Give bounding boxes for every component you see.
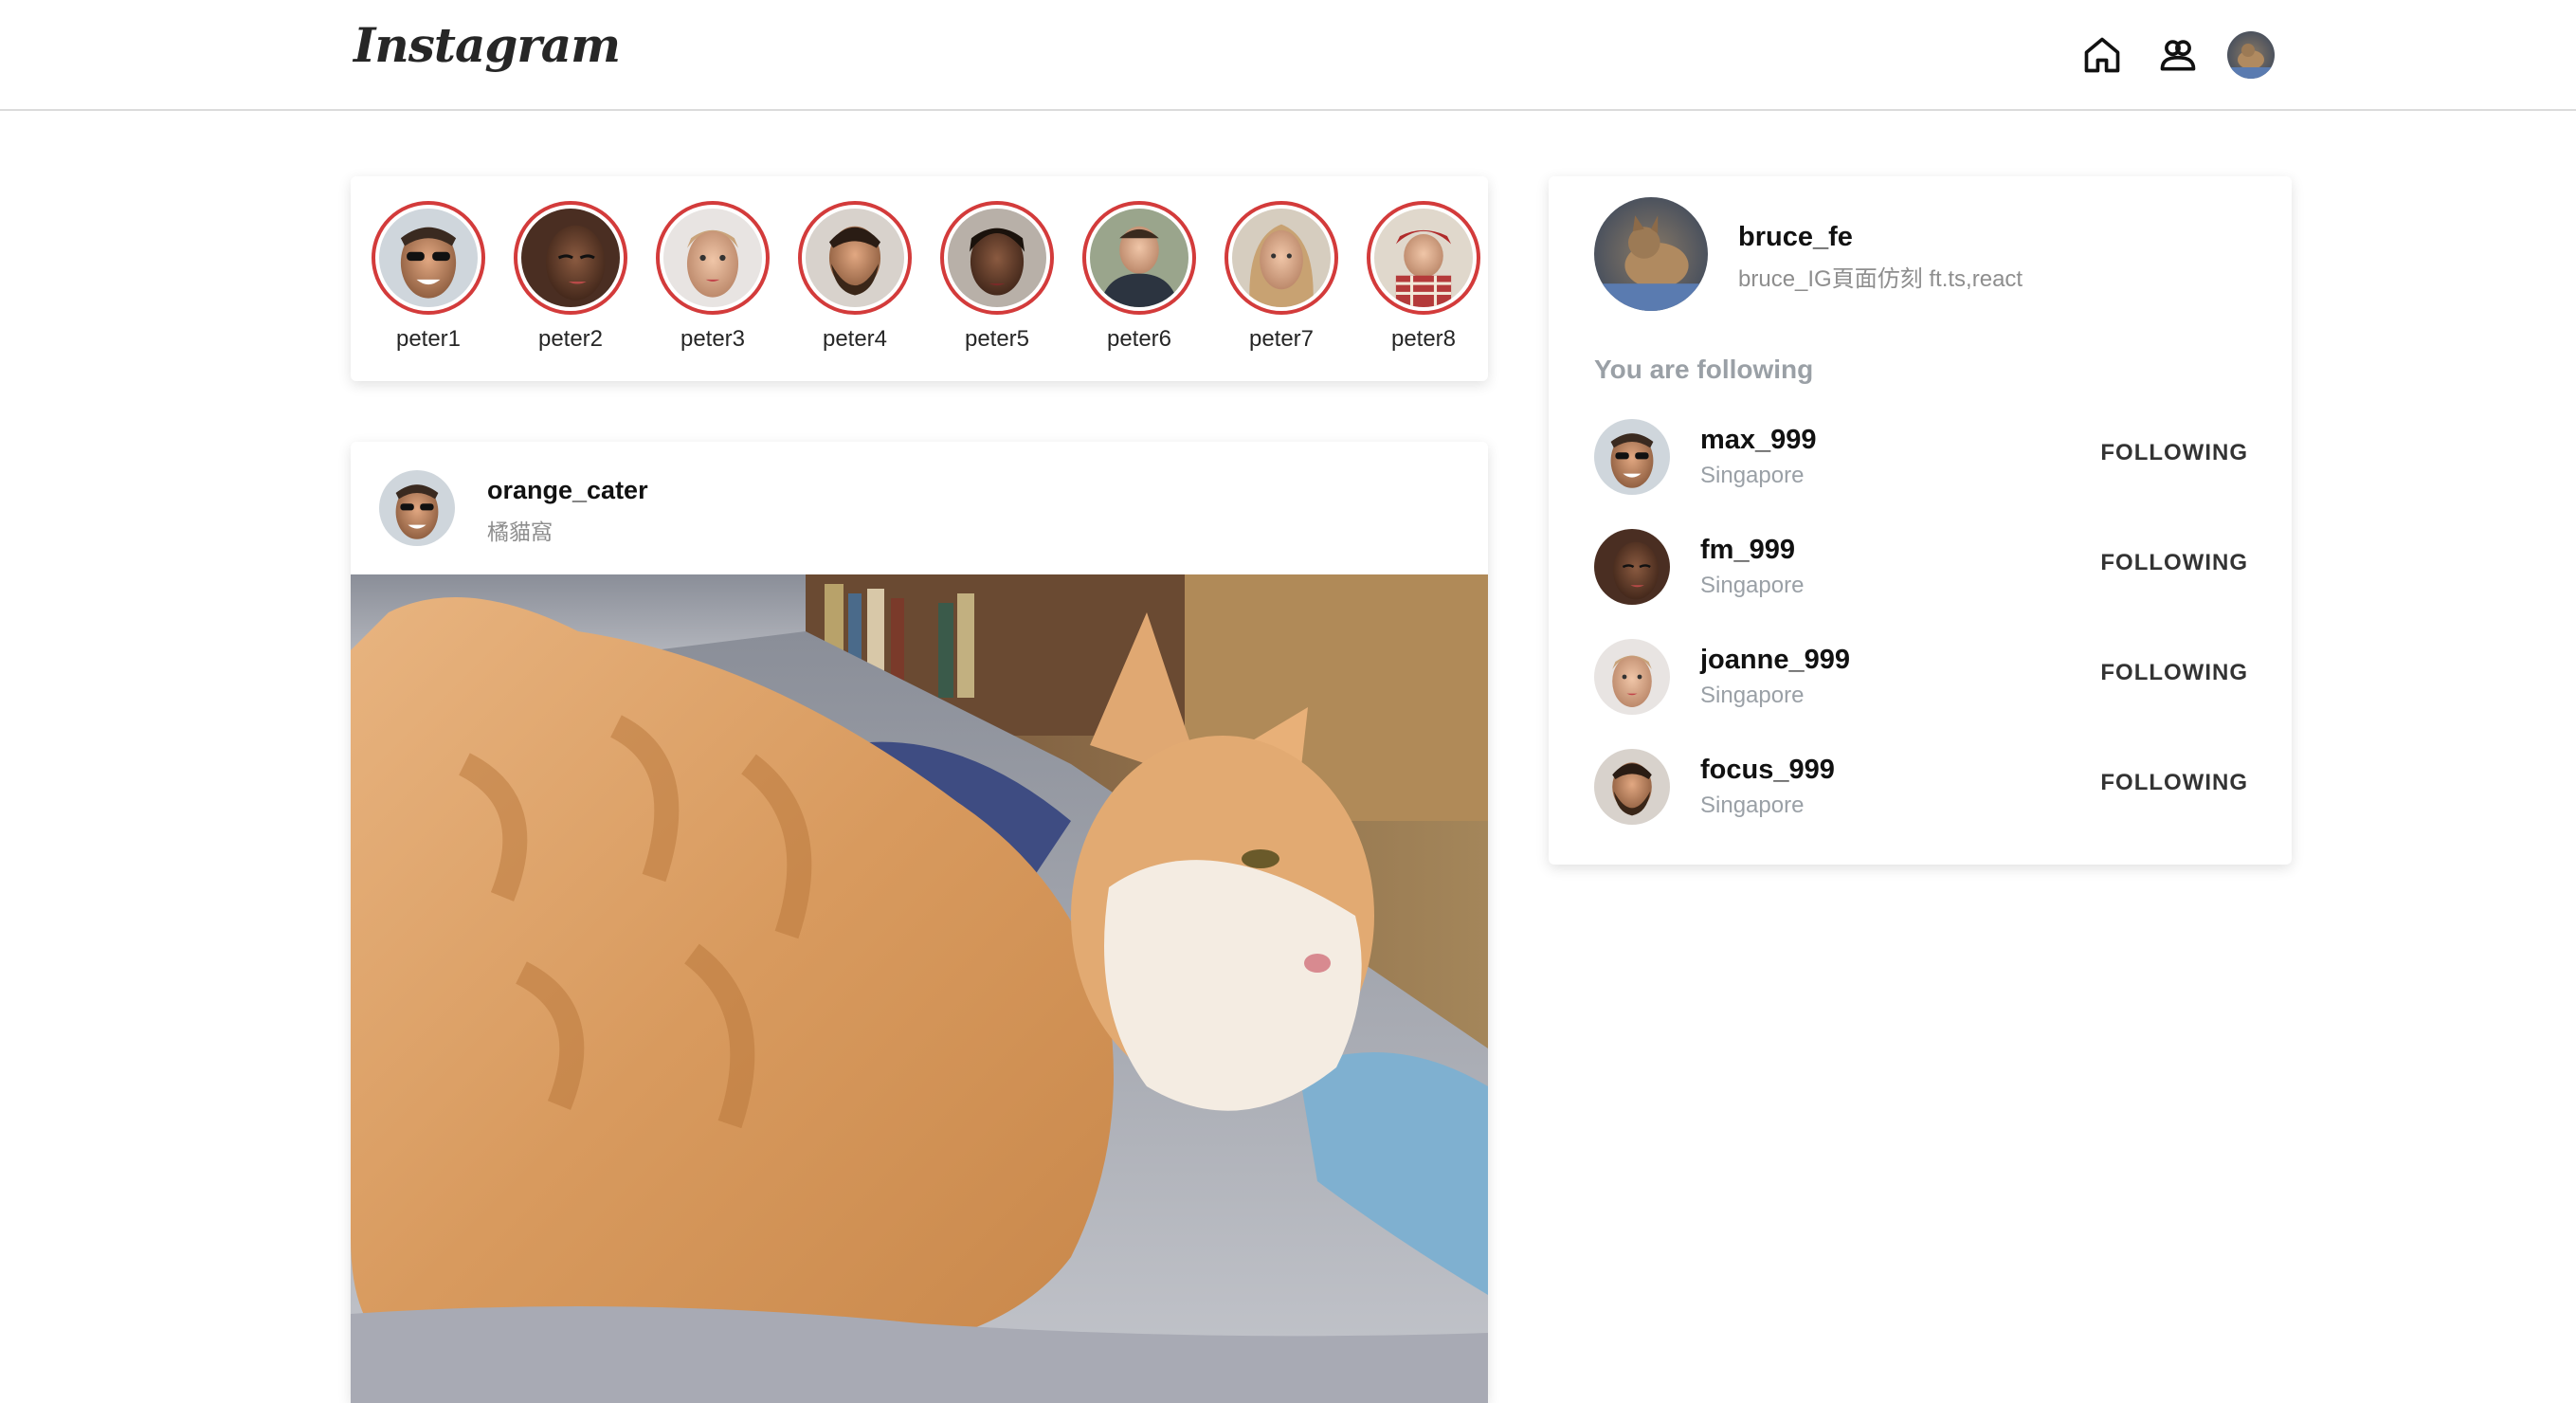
following-avatar[interactable] [1594,639,1670,715]
post-card: orange_cater 橘貓窩 [351,442,1488,1403]
story-name: peter6 [1106,326,1172,352]
post-subtitle: 橘貓窩 [487,519,553,544]
story-avatar [1090,209,1188,307]
following-row: max_999 Singapore FOLLOWING [1594,417,2248,497]
story-ring [1082,201,1196,315]
story-avatar [521,209,620,307]
sidebar-card: bruce_fe bruce_IG頁面仿刻 ft.ts,react You ar… [1549,176,2292,865]
following-button[interactable]: FOLLOWING [2100,770,2248,796]
following-location: Singapore [1700,793,1805,818]
following-location: Singapore [1700,463,1805,488]
story-name: peter2 [537,326,604,352]
following-button[interactable]: FOLLOWING [2100,440,2248,466]
story-name: peter8 [1390,326,1457,352]
story-ring [514,201,627,315]
story-ring [372,201,485,315]
story-ring [656,201,770,315]
stories-bar: peter1 peter2 peter3 peter4 peter5 peter… [351,176,1488,381]
top-navigation: Instagram [0,0,2576,111]
story-item[interactable]: peter4 [796,201,914,353]
following-avatar[interactable] [1594,419,1670,495]
following-avatar[interactable] [1594,749,1670,825]
following-name[interactable]: joanne_999 [1700,645,1850,676]
my-profile-avatar[interactable] [1594,197,1708,311]
story-avatar [1374,209,1473,307]
story-ring [1367,201,1480,315]
post-avatar[interactable] [379,470,455,546]
story-item[interactable]: peter3 [654,201,771,353]
following-name[interactable]: focus_999 [1700,755,1835,786]
following-row: fm_999 Singapore FOLLOWING [1594,527,2248,607]
story-avatar [379,209,478,307]
following-name[interactable]: max_999 [1700,425,1817,456]
nav-icons [2076,28,2275,82]
story-avatar [806,209,904,307]
story-ring [798,201,912,315]
instagram-logo[interactable]: Instagram [354,17,621,73]
home-icon[interactable] [2076,28,2129,82]
post-username[interactable]: orange_cater [487,476,648,505]
my-username[interactable]: bruce_fe [1738,222,1853,253]
post-header: orange_cater 橘貓窩 [351,442,1488,574]
post-image[interactable] [351,574,1488,1403]
story-item[interactable]: peter5 [938,201,1056,353]
story-avatar [663,209,762,307]
story-ring [940,201,1054,315]
story-name: peter3 [680,326,746,352]
following-heading: You are following [1594,355,1814,384]
following-location: Singapore [1700,573,1805,598]
story-name: peter5 [964,326,1030,352]
following-button[interactable]: FOLLOWING [2100,660,2248,686]
profile-avatar[interactable] [2227,31,2275,79]
story-item[interactable]: peter8 [1365,201,1482,353]
following-button[interactable]: FOLLOWING [2100,550,2248,576]
story-name: peter7 [1248,326,1315,352]
following-avatar[interactable] [1594,529,1670,605]
story-item[interactable]: peter6 [1080,201,1198,353]
following-row: joanne_999 Singapore FOLLOWING [1594,637,2248,717]
story-item[interactable]: peter1 [370,201,487,353]
story-item[interactable]: peter7 [1223,201,1340,353]
following-location: Singapore [1700,683,1805,708]
story-ring [1225,201,1338,315]
people-icon[interactable] [2151,28,2204,82]
following-name[interactable]: fm_999 [1700,535,1795,566]
story-name: peter1 [395,326,462,352]
story-name: peter4 [822,326,888,352]
story-avatar [1232,209,1331,307]
following-row: focus_999 Singapore FOLLOWING [1594,747,2248,827]
my-bio: bruce_IG頁面仿刻 ft.ts,react [1738,266,2023,292]
story-avatar [948,209,1046,307]
story-item[interactable]: peter2 [512,201,629,353]
